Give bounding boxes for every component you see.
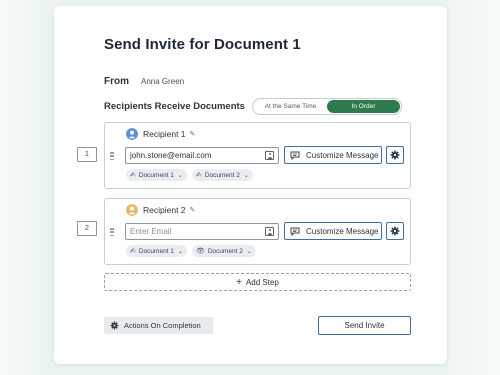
chevron-down-icon: ⌄ (177, 172, 183, 179)
plus-icon: + (236, 276, 242, 288)
send-invite-label: Send Invite (344, 321, 385, 330)
from-row: From Anna Green (104, 76, 184, 87)
backdrop-right (448, 0, 500, 375)
order-row: Recipients Receive Documents At the Same… (104, 98, 402, 115)
user-avatar-icon (126, 128, 138, 140)
customize-message-button[interactable]: Customize Message (284, 222, 382, 240)
settings-button[interactable] (386, 146, 404, 164)
user-avatar-icon (126, 204, 138, 216)
actions-label: Actions On Completion (124, 321, 201, 330)
view-icon: 👁 (195, 248, 205, 255)
chevron-down-icon: ⌄ (246, 248, 252, 255)
step-number-2: 2 (77, 221, 97, 236)
drag-handle-icon[interactable] (110, 152, 114, 161)
send-invite-dialog: Send Invite for Document 1 From Anna Gre… (54, 6, 447, 364)
order-label: Recipients Receive Documents (104, 101, 245, 112)
chevron-down-icon: ⌄ (243, 172, 249, 179)
recipient-name: Recipient 2 (143, 205, 186, 215)
chip-label: Document 1 (138, 247, 174, 255)
recipient-header: Recipient 1 ✎ (126, 128, 195, 140)
from-label: From (104, 76, 129, 87)
pencil-icon[interactable]: ✎ (190, 206, 196, 214)
document-chip[interactable]: ✍ Document 1 ⌄ (126, 245, 187, 257)
drag-handle-icon[interactable] (110, 228, 114, 237)
contact-book-icon[interactable] (265, 227, 274, 236)
sender-name: Anna Green (141, 77, 185, 86)
gear-icon (110, 321, 119, 330)
document-chips: ✍ Document 1 ⌄ ✍ Document 2 ⌄ (126, 169, 258, 181)
avatar (126, 204, 138, 216)
step-number-1: 1 (77, 147, 97, 162)
email-input[interactable] (130, 151, 260, 160)
document-chip[interactable]: 👁 Document 2 ⌄ (191, 245, 256, 257)
chevron-down-icon: ⌄ (177, 248, 183, 255)
customize-message-label: Customize Message (306, 226, 379, 236)
edit-doc-icon: ✍ (195, 172, 202, 179)
email-field[interactable] (125, 223, 279, 240)
gear-icon (390, 150, 400, 160)
customize-message-button[interactable]: Customize Message (284, 146, 382, 164)
add-step-label: Add Step (245, 277, 279, 287)
edit-doc-icon: ✍ (130, 172, 136, 179)
pencil-icon[interactable]: ✎ (190, 130, 196, 138)
chip-label: Document 2 (204, 171, 240, 179)
email-input[interactable] (130, 227, 260, 236)
dialog-title: Send Invite for Document 1 (104, 36, 301, 53)
document-chip[interactable]: ✍ Document 2 ⌄ (191, 169, 253, 181)
step-card-2: Recipient 2 ✎ Customize Message ✍ Docume… (104, 198, 411, 265)
recipient-name: Recipient 1 (143, 129, 186, 139)
recipient-header: Recipient 2 ✎ (126, 204, 195, 216)
actions-on-completion-button[interactable]: Actions On Completion (104, 317, 213, 334)
chip-label: Document 1 (138, 171, 174, 179)
contact-book-icon[interactable] (265, 151, 274, 160)
backdrop-left (0, 0, 42, 375)
document-chip[interactable]: ✍ Document 1 ⌄ (126, 169, 187, 181)
message-icon (290, 151, 300, 160)
toggle-same-time[interactable]: At the Same Time (254, 100, 327, 113)
gear-icon (390, 226, 400, 236)
send-invite-button[interactable]: Send Invite (318, 316, 411, 335)
email-field[interactable] (125, 147, 279, 164)
toggle-in-order[interactable]: In Order (326, 100, 400, 113)
settings-button[interactable] (386, 222, 404, 240)
order-toggle: At the Same Time In Order (251, 98, 402, 115)
message-icon (290, 227, 300, 236)
chip-label: Document 2 (207, 247, 243, 255)
customize-message-label: Customize Message (306, 150, 379, 160)
add-step-button[interactable]: + Add Step (104, 273, 411, 291)
document-chips: ✍ Document 1 ⌄ 👁 Document 2 ⌄ (126, 245, 261, 257)
edit-doc-icon: ✍ (130, 248, 136, 255)
avatar (126, 128, 138, 140)
step-card-1: Recipient 1 ✎ Customize Message ✍ Docume… (104, 122, 411, 189)
